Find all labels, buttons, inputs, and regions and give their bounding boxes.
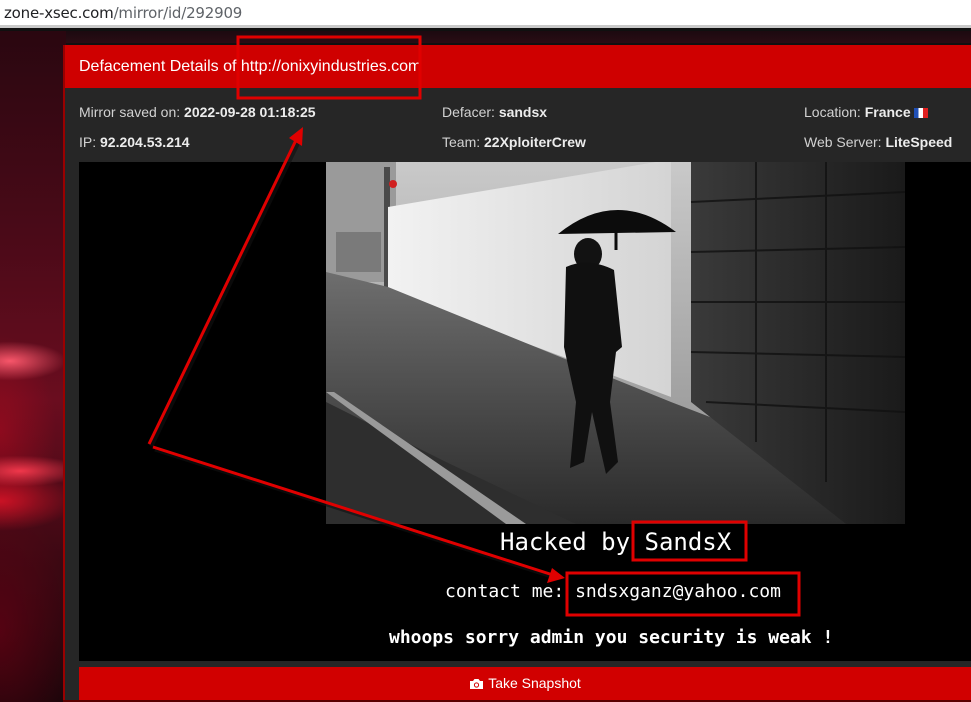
defacement-message: whoops sorry admin you security is weak … xyxy=(389,627,834,648)
address-bar-url[interactable]: zone-xsec.com/mirror/id/292909 xyxy=(4,4,242,22)
url-host: zone-xsec.com xyxy=(4,4,114,22)
address-bar[interactable]: zone-xsec.com/mirror/id/292909 xyxy=(0,0,971,28)
defacement-photo xyxy=(326,162,905,524)
location-info: Location: France xyxy=(804,104,928,120)
flag-france-icon xyxy=(913,108,928,118)
team-value[interactable]: 22XploiterCrew xyxy=(484,134,586,150)
contact-label: contact me: xyxy=(445,581,565,602)
team-info: Team: 22XploiterCrew xyxy=(442,134,586,150)
ip-info: IP: 92.204.53.214 xyxy=(79,134,190,150)
take-snapshot-button[interactable]: Take Snapshot xyxy=(79,667,971,700)
hacked-by-line: Hacked by SandsX xyxy=(500,528,731,556)
contact-line: contact me: sndsxganz@yahoo.com xyxy=(445,581,781,602)
defacer-value[interactable]: sandsx xyxy=(499,104,547,120)
mirror-saved-label: Mirror saved on: xyxy=(79,104,181,120)
defacer-info: Defacer: sandsx xyxy=(442,104,547,120)
webserver-label: Web Server: xyxy=(804,134,882,150)
location-value: France xyxy=(864,104,911,120)
panel-title-prefix: Defacement Details of xyxy=(79,58,241,75)
team-label: Team: xyxy=(442,134,481,150)
mirror-saved-value: 2022-09-28 01:18:25 xyxy=(184,104,316,120)
webserver-value: LiteSpeed xyxy=(885,134,953,150)
hacker-name: SandsX xyxy=(644,528,732,556)
background-decoration xyxy=(0,31,66,702)
top-strip xyxy=(66,31,971,43)
webserver-info: Web Server: LiteSpeed xyxy=(804,134,952,150)
defaced-site-link[interactable]: http://onixyindustries.com xyxy=(241,58,422,75)
hacked-by-label: Hacked by xyxy=(500,528,631,556)
location-label: Location: xyxy=(804,104,861,120)
ip-value: 92.204.53.214 xyxy=(100,134,190,150)
camera-icon xyxy=(469,677,484,693)
contact-email: sndsxganz@yahoo.com xyxy=(575,581,781,602)
panel-header: Defacement Details of http://onixyindust… xyxy=(65,45,971,88)
defacer-label: Defacer: xyxy=(442,104,495,120)
mirror-saved-info: Mirror saved on: 2022-09-28 01:18:25 xyxy=(79,104,316,120)
ip-label: IP: xyxy=(79,134,97,150)
panel-title: Defacement Details of http://onixyindust… xyxy=(79,58,421,76)
take-snapshot-label: Take Snapshot xyxy=(488,674,581,691)
url-path: /mirror/id/292909 xyxy=(113,4,243,22)
